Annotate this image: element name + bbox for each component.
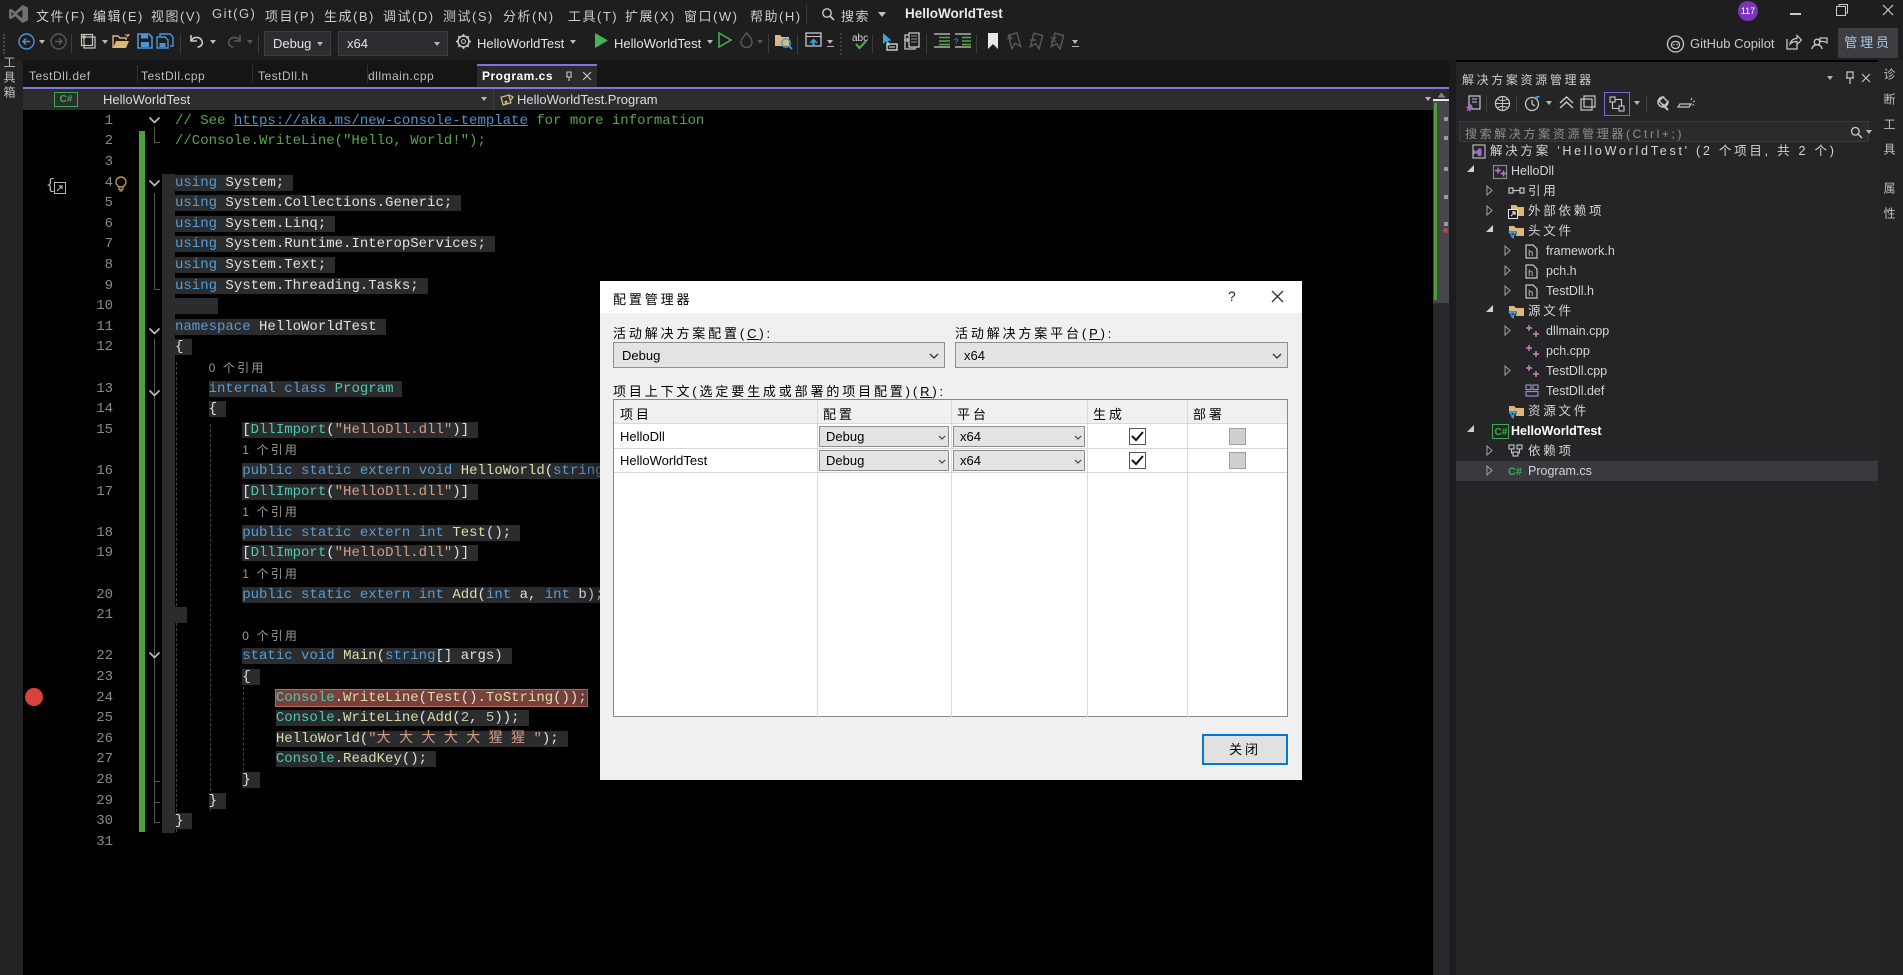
svg-text:h: h	[1528, 249, 1533, 259]
svg-text:?: ?	[954, 38, 959, 47]
svg-text:h: h	[1528, 269, 1533, 279]
svg-text:C#: C#	[1508, 466, 1522, 477]
svg-text:h: h	[1528, 289, 1533, 299]
svg-text:C#: C#	[1495, 427, 1508, 438]
